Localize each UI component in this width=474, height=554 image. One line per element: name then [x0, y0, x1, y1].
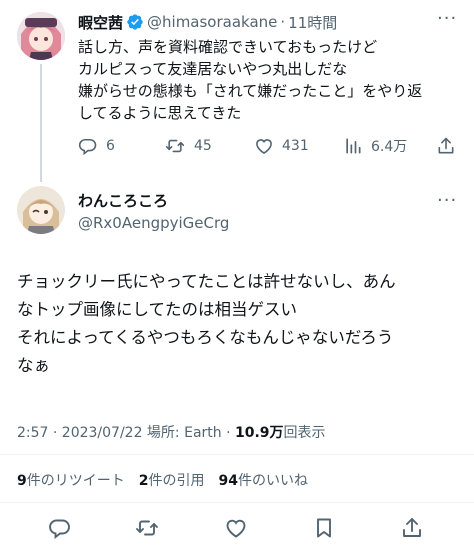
main-view-count: 10.9万 — [235, 425, 284, 441]
parent-retweet-button[interactable]: 45 — [164, 136, 212, 156]
retweets-stat[interactable]: 9件のリツイート — [17, 470, 125, 490]
engagement-stats: 9件のリツイート 2件の引用 94件のいいね — [17, 470, 308, 490]
main-text-line: なトップ画像にしてたのは相当ゲスい — [17, 300, 298, 319]
main-text-line: チョックリー氏にやってたことは許せないし、あん — [17, 272, 396, 291]
verified-badge-icon — [126, 13, 144, 31]
main-more-icon[interactable]: ··· — [437, 190, 457, 211]
parent-text-line: 話し方、声を資料確認できいておもったけど — [78, 38, 378, 56]
parent-like-count: 431 — [282, 138, 309, 154]
parent-text-line: カルピスって友達居ないやつ丸出しだな — [78, 60, 348, 78]
header-separator: · — [280, 13, 286, 31]
heart-icon — [226, 519, 246, 538]
likes-stat-label: 件のいいね — [237, 473, 308, 489]
parent-view-count: 6.4万 — [371, 139, 408, 155]
retweets-stat-count: 9 — [17, 473, 27, 489]
likes-stat-count: 94 — [218, 473, 238, 489]
reply-button[interactable] — [48, 516, 72, 544]
parent-reply-button[interactable]: 6 — [78, 136, 115, 156]
parent-share-button[interactable] — [436, 136, 456, 160]
main-tweet-text: チョックリー氏にやってたことは許せないし、あん なトップ画像にしてたのは相当ゲス… — [17, 268, 463, 380]
quotes-stat[interactable]: 2件の引用 — [139, 470, 205, 490]
parent-text-line: してるように思えてきた — [78, 104, 242, 122]
divider — [0, 454, 474, 455]
main-avatar[interactable] — [17, 186, 65, 234]
reply-icon — [78, 138, 97, 156]
parent-views-button[interactable]: 6.4万 — [343, 136, 407, 156]
retweet-icon — [136, 520, 158, 536]
parent-handle[interactable]: @himasoraakane — [147, 13, 277, 31]
views-chart-icon — [346, 138, 361, 154]
main-timestamp[interactable]: 2:57 · 2023/07/22 場所: Earth · — [17, 425, 235, 441]
parent-avatar[interactable] — [17, 12, 65, 60]
quotes-stat-count: 2 — [138, 473, 149, 489]
main-text-line: それによってくるやつもろくなもんじゃないだろう — [17, 328, 394, 347]
bookmark-icon — [317, 518, 331, 538]
main-tweet-meta: 2:57 · 2023/07/22 場所: Earth · 10.9万回表示 — [17, 422, 326, 442]
share-icon — [403, 518, 421, 537]
share-icon — [438, 137, 454, 154]
bookmark-button[interactable] — [312, 516, 336, 544]
parent-like-button[interactable]: 431 — [254, 136, 309, 156]
heart-icon — [256, 139, 272, 155]
parent-text-line: 嫌がらせの態様も「されて嫌だったこと」をやり返 — [78, 82, 423, 100]
parent-time[interactable]: 11時間 — [288, 12, 337, 33]
retweets-stat-label: 件のリツイート — [26, 473, 125, 489]
parent-tweet-text: 話し方、声を資料確認できいておもったけど カルピスって友達居ないやつ丸出しだな … — [78, 36, 462, 124]
retweet-button[interactable] — [134, 516, 160, 544]
main-handle[interactable]: @Rx0AengpyiGeCrg — [78, 214, 229, 232]
parent-retweet-count: 45 — [194, 138, 212, 154]
like-button[interactable] — [224, 516, 248, 544]
parent-reply-count: 6 — [106, 138, 115, 154]
quotes-stat-label: 件の引用 — [148, 473, 205, 489]
parent-display-name[interactable]: 暇空茜 — [78, 12, 123, 33]
divider — [0, 502, 474, 503]
main-display-name[interactable]: わんころころ — [78, 190, 168, 211]
retweet-icon — [165, 139, 185, 153]
parent-tweet-header: 暇空茜 @himasoraakane · 11時間 — [78, 12, 337, 32]
main-text-line: なぁ — [17, 356, 50, 375]
thread-connector-line — [40, 64, 42, 182]
parent-more-icon[interactable]: ··· — [437, 8, 457, 29]
main-view-label: 回表示 — [283, 425, 326, 441]
reply-icon — [49, 519, 70, 539]
likes-stat[interactable]: 94件のいいね — [219, 470, 308, 490]
share-button[interactable] — [400, 516, 424, 544]
